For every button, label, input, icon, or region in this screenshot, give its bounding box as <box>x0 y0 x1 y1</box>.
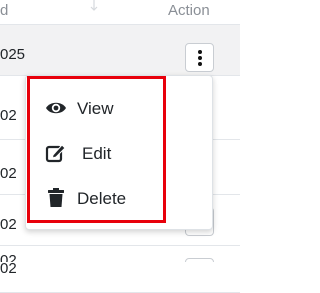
date-cell: 02 <box>0 216 17 233</box>
column-header-date[interactable]: d <box>0 2 8 19</box>
date-cell: 02 <box>0 260 17 277</box>
menu-item-label: Delete <box>77 189 127 208</box>
date-cell: 02 <box>0 165 17 182</box>
sort-icon[interactable] <box>89 0 99 14</box>
menu-item-edit[interactable]: Edit <box>26 135 212 171</box>
row-actions-button[interactable] <box>185 43 214 72</box>
trash-icon <box>48 188 64 207</box>
menu-item-delete[interactable]: Delete <box>26 180 212 216</box>
table-header: d Action <box>0 0 240 25</box>
table-row: 02 <box>0 260 240 293</box>
menu-item-view[interactable]: View <box>26 90 212 126</box>
table-row: 025 <box>0 25 240 76</box>
menu-item-label: Edit <box>82 144 112 163</box>
menu-item-label: View <box>77 99 114 118</box>
date-cell: 02 <box>0 107 17 124</box>
row-actions-menu: View Edit Delete <box>25 75 213 230</box>
column-header-action: Action <box>168 2 210 19</box>
eye-icon <box>46 102 66 114</box>
edit-icon <box>45 144 66 163</box>
date-cell: 025 <box>0 46 26 63</box>
kebab-icon <box>198 50 202 54</box>
